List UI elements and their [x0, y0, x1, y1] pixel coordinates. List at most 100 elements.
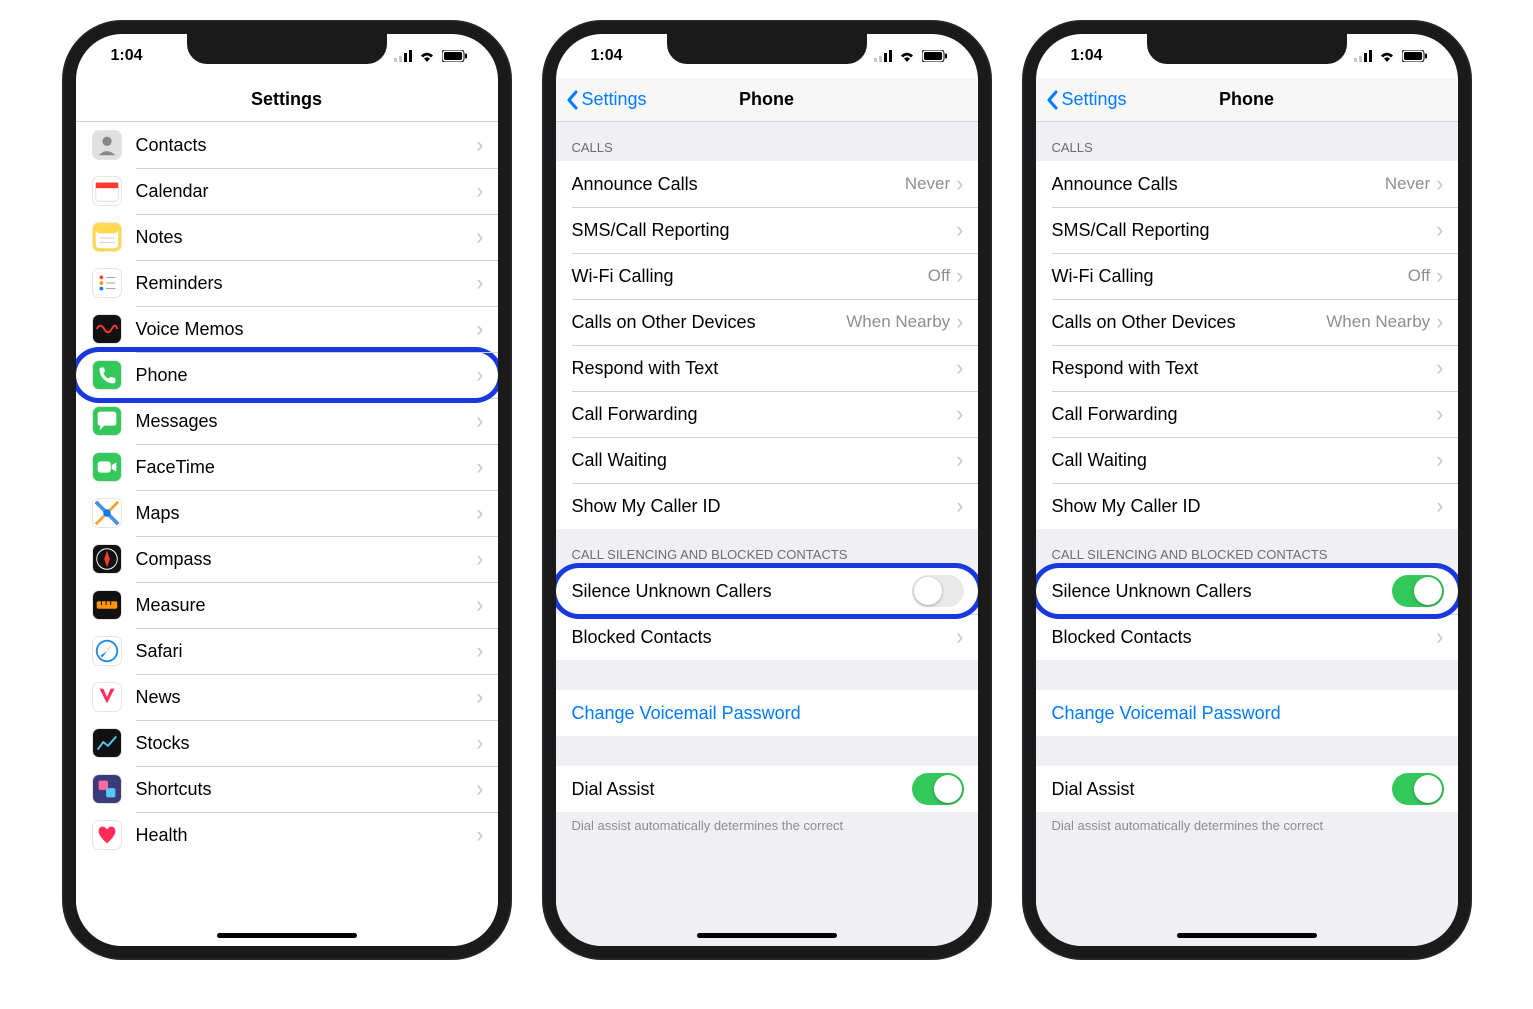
- row-blocked-contacts[interactable]: Blocked Contacts›: [556, 614, 978, 660]
- cellular-icon: [1354, 50, 1372, 62]
- battery-icon: [922, 50, 948, 62]
- row-label: Call Waiting: [1052, 450, 1437, 471]
- settings-row-label: Voice Memos: [136, 319, 477, 340]
- settings-row-calendar[interactable]: Calendar›: [76, 168, 498, 214]
- chevron-right-icon: ›: [476, 822, 483, 848]
- row-respond-with-text[interactable]: Respond with Text›: [1036, 345, 1458, 391]
- settings-row-facetime[interactable]: FaceTime›: [76, 444, 498, 490]
- settings-row-shortcuts[interactable]: Shortcuts›: [76, 766, 498, 812]
- toggle-silence-unknown[interactable]: [1392, 575, 1444, 607]
- app-icon: [92, 452, 122, 482]
- chevron-right-icon: ›: [476, 408, 483, 434]
- row-announce-calls[interactable]: Announce CallsNever›: [1036, 161, 1458, 207]
- status-icons: [394, 50, 468, 62]
- settings-row-label: Measure: [136, 595, 477, 616]
- chevron-right-icon: ›: [476, 316, 483, 342]
- phone-frame-2: 1:04 Settings Phone CALLSAnnounce CallsN…: [542, 20, 992, 960]
- toggle-silence-unknown[interactable]: [912, 575, 964, 607]
- settings-row-voice-memos[interactable]: Voice Memos›: [76, 306, 498, 352]
- settings-row-label: Stocks: [136, 733, 477, 754]
- settings-row-label: News: [136, 687, 477, 708]
- row-silence-unknown-callers[interactable]: Silence Unknown Callers: [1036, 568, 1458, 614]
- chevron-right-icon: ›: [1436, 171, 1443, 197]
- row-respond-with-text[interactable]: Respond with Text›: [556, 345, 978, 391]
- row-show-my-caller-id[interactable]: Show My Caller ID›: [556, 483, 978, 529]
- toggle-dial-assist[interactable]: [912, 773, 964, 805]
- row-announce-calls[interactable]: Announce CallsNever›: [556, 161, 978, 207]
- home-indicator[interactable]: [217, 933, 357, 938]
- chevron-right-icon: ›: [476, 500, 483, 526]
- settings-row-maps[interactable]: Maps›: [76, 490, 498, 536]
- row-change-voicemail-password[interactable]: Change Voicemail Password: [556, 690, 978, 736]
- row-label: Wi-Fi Calling: [572, 266, 928, 287]
- row-label: SMS/Call Reporting: [572, 220, 957, 241]
- phone-frame-1: 1:04 Settings Contacts›Calendar›Notes›Re…: [62, 20, 512, 960]
- app-icon: [92, 176, 122, 206]
- row-change-voicemail-password[interactable]: Change Voicemail Password: [1036, 690, 1458, 736]
- settings-row-stocks[interactable]: Stocks›: [76, 720, 498, 766]
- row-silence-unknown-callers[interactable]: Silence Unknown Callers: [556, 568, 978, 614]
- settings-row-label: Messages: [136, 411, 477, 432]
- row-call-forwarding[interactable]: Call Forwarding›: [1036, 391, 1458, 437]
- chevron-right-icon: ›: [476, 362, 483, 388]
- settings-row-safari[interactable]: Safari›: [76, 628, 498, 674]
- chevron-right-icon: ›: [476, 132, 483, 158]
- row-calls-on-other-devices[interactable]: Calls on Other DevicesWhen Nearby›: [556, 299, 978, 345]
- settings-row-label: Safari: [136, 641, 477, 662]
- app-icon: [92, 130, 122, 160]
- row-label: Call Waiting: [572, 450, 957, 471]
- battery-icon: [442, 50, 468, 62]
- row-wi-fi-calling[interactable]: Wi-Fi CallingOff›: [1036, 253, 1458, 299]
- chevron-right-icon: ›: [956, 624, 963, 650]
- phone-settings-content[interactable]: CALLSAnnounce CallsNever›SMS/Call Report…: [556, 122, 978, 946]
- nav-bar: Settings: [76, 78, 498, 122]
- row-dial-assist[interactable]: Dial Assist: [556, 766, 978, 812]
- row-value: When Nearby: [1326, 312, 1430, 332]
- app-icon: [92, 222, 122, 252]
- settings-row-phone[interactable]: Phone›: [76, 352, 498, 398]
- app-icon: [92, 360, 122, 390]
- chevron-right-icon: ›: [956, 401, 963, 427]
- settings-row-measure[interactable]: Measure›: [76, 582, 498, 628]
- cellular-icon: [874, 50, 892, 62]
- app-icon: [92, 728, 122, 758]
- chevron-right-icon: ›: [476, 454, 483, 480]
- row-calls-on-other-devices[interactable]: Calls on Other DevicesWhen Nearby›: [1036, 299, 1458, 345]
- settings-row-reminders[interactable]: Reminders›: [76, 260, 498, 306]
- row-label: Blocked Contacts: [1052, 627, 1437, 648]
- row-label: Announce Calls: [572, 174, 905, 195]
- home-indicator[interactable]: [1177, 933, 1317, 938]
- phone-settings-content[interactable]: CALLSAnnounce CallsNever›SMS/Call Report…: [1036, 122, 1458, 946]
- app-icon: [92, 406, 122, 436]
- row-call-forwarding[interactable]: Call Forwarding›: [556, 391, 978, 437]
- settings-row-news[interactable]: News›: [76, 674, 498, 720]
- chevron-right-icon: ›: [1436, 263, 1443, 289]
- chevron-right-icon: ›: [476, 178, 483, 204]
- home-indicator[interactable]: [697, 933, 837, 938]
- chevron-right-icon: ›: [476, 638, 483, 664]
- settings-row-contacts[interactable]: Contacts›: [76, 122, 498, 168]
- row-sms-call-reporting[interactable]: SMS/Call Reporting›: [556, 207, 978, 253]
- settings-row-compass[interactable]: Compass›: [76, 536, 498, 582]
- row-call-waiting[interactable]: Call Waiting›: [1036, 437, 1458, 483]
- settings-row-health[interactable]: Health›: [76, 812, 498, 858]
- app-icon: [92, 820, 122, 850]
- app-icon: [92, 498, 122, 528]
- row-wi-fi-calling[interactable]: Wi-Fi CallingOff›: [556, 253, 978, 299]
- settings-row-notes[interactable]: Notes›: [76, 214, 498, 260]
- chevron-right-icon: ›: [956, 217, 963, 243]
- row-show-my-caller-id[interactable]: Show My Caller ID›: [1036, 483, 1458, 529]
- chevron-right-icon: ›: [476, 546, 483, 572]
- notch: [1147, 34, 1347, 64]
- settings-row-messages[interactable]: Messages›: [76, 398, 498, 444]
- row-sms-call-reporting[interactable]: SMS/Call Reporting›: [1036, 207, 1458, 253]
- settings-list[interactable]: Contacts›Calendar›Notes›Reminders›Voice …: [76, 122, 498, 946]
- toggle-dial-assist[interactable]: [1392, 773, 1444, 805]
- row-blocked-contacts[interactable]: Blocked Contacts›: [1036, 614, 1458, 660]
- chevron-right-icon: ›: [1436, 447, 1443, 473]
- status-icons: [1354, 50, 1428, 62]
- row-call-waiting[interactable]: Call Waiting›: [556, 437, 978, 483]
- row-dial-assist[interactable]: Dial Assist: [1036, 766, 1458, 812]
- chevron-right-icon: ›: [1436, 355, 1443, 381]
- row-label: Respond with Text: [572, 358, 957, 379]
